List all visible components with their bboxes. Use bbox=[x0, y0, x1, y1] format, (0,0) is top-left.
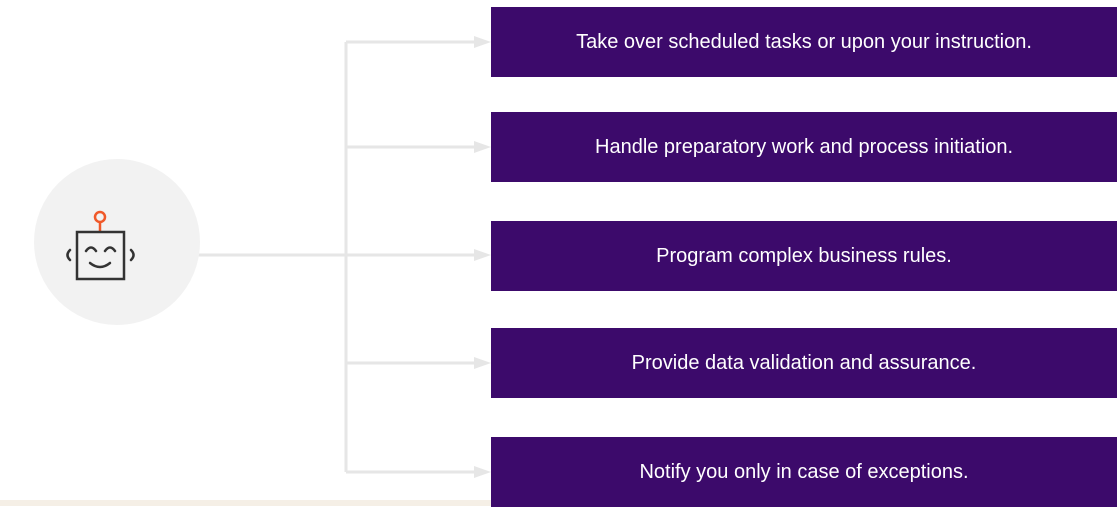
arrowhead-3 bbox=[474, 357, 491, 369]
item-label: Program complex business rules. bbox=[656, 245, 952, 267]
item-label: Take over scheduled tasks or upon your i… bbox=[576, 31, 1032, 53]
item-label: Provide data validation and assurance. bbox=[631, 352, 977, 374]
arrowhead-2 bbox=[474, 249, 491, 261]
item-label: Handle preparatory work and process init… bbox=[595, 136, 1013, 158]
item-box-0: Take over scheduled tasks or upon your i… bbox=[491, 7, 1117, 77]
robot-icon bbox=[66, 210, 135, 281]
item-box-4: Notify you only in case of exceptions. bbox=[491, 437, 1117, 507]
item-box-1: Handle preparatory work and process init… bbox=[491, 112, 1117, 182]
arrowhead-1 bbox=[474, 141, 491, 153]
item-box-2: Program complex business rules. bbox=[491, 221, 1117, 291]
arrowhead-4 bbox=[474, 466, 491, 478]
arrowhead-0 bbox=[474, 36, 491, 48]
item-label: Notify you only in case of exceptions. bbox=[639, 461, 969, 483]
item-box-3: Provide data validation and assurance. bbox=[491, 328, 1117, 398]
